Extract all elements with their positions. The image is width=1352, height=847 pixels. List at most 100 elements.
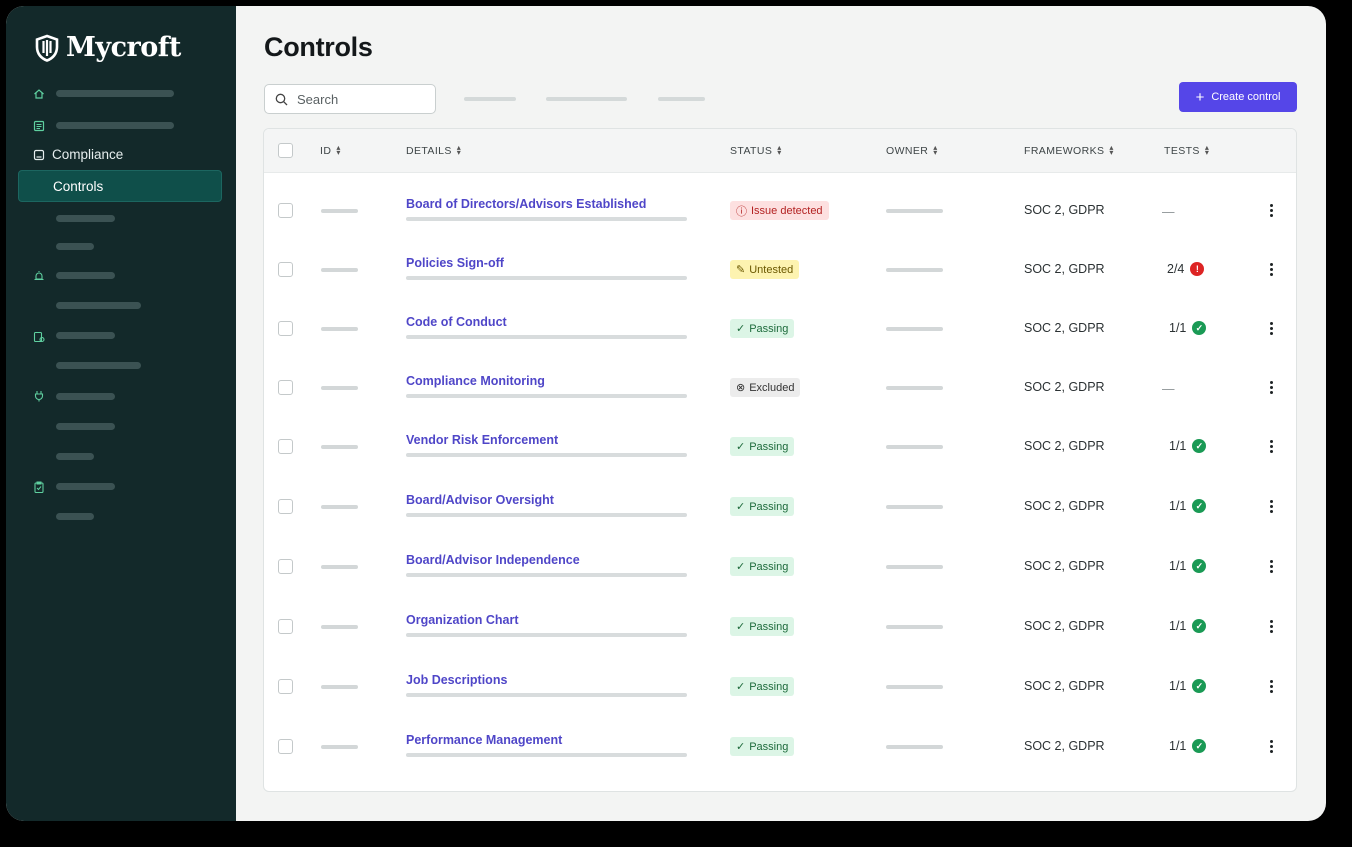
status-badge-label: Passing bbox=[749, 500, 789, 513]
row-checkbox[interactable] bbox=[278, 439, 293, 454]
status-badge-label: Untested bbox=[749, 263, 794, 276]
more-options-icon[interactable] bbox=[1265, 201, 1277, 219]
table-row[interactable]: Job Descriptions ✓ Passing SOC 2, GDPR 1… bbox=[264, 657, 1296, 716]
status-badge-label: Passing bbox=[749, 560, 789, 573]
table-row[interactable]: Board of Directors/Advisors Established … bbox=[264, 181, 1296, 240]
sidebar-item-controls[interactable]: Controls bbox=[18, 170, 222, 202]
row-checkbox[interactable] bbox=[278, 203, 293, 218]
id-placeholder bbox=[321, 386, 358, 390]
frameworks-cell: SOC 2, GDPR bbox=[1024, 203, 1105, 217]
column-header-owner[interactable]: OWNER ▴ ▾ bbox=[886, 144, 938, 157]
row-checkbox[interactable] bbox=[278, 739, 293, 754]
status-passing-icon: ✓ bbox=[736, 681, 746, 693]
sidebar-item-compliance[interactable]: Compliance bbox=[52, 147, 123, 162]
table-row[interactable]: Performance Management ✓ Passing SOC 2, … bbox=[264, 717, 1296, 776]
description-placeholder bbox=[406, 573, 687, 577]
tests-value: 1/1 bbox=[1169, 321, 1187, 335]
frameworks-cell: SOC 2, GDPR bbox=[1024, 559, 1105, 573]
clipboard-check-icon bbox=[33, 481, 45, 493]
more-options-icon[interactable] bbox=[1265, 437, 1277, 455]
status-untested-icon: ✎ bbox=[736, 264, 746, 276]
sidebar-item-placeholder[interactable] bbox=[56, 393, 115, 400]
table-row[interactable]: Board/Advisor Oversight ✓ Passing SOC 2,… bbox=[264, 477, 1296, 536]
check-circle-icon: ✓ bbox=[1192, 559, 1207, 573]
search-input[interactable] bbox=[297, 91, 427, 107]
control-name-link[interactable]: Board/Advisor Independence bbox=[406, 553, 580, 567]
row-checkbox[interactable] bbox=[278, 499, 293, 514]
sort-icon: ▴ ▾ bbox=[456, 143, 462, 157]
sidebar-subitem-placeholder[interactable] bbox=[56, 362, 141, 369]
table-row[interactable]: Code of Conduct ✓ Passing SOC 2, GDPR 1/… bbox=[264, 299, 1296, 358]
filter-tab-placeholder[interactable] bbox=[546, 97, 627, 101]
control-name-link[interactable]: Code of Conduct bbox=[406, 315, 507, 329]
status-issue-icon: ⓘ bbox=[736, 205, 747, 218]
description-placeholder bbox=[406, 217, 687, 221]
sidebar-item-placeholder[interactable] bbox=[56, 332, 115, 339]
tests-cell: 1/1 ✓ bbox=[1169, 679, 1207, 693]
sidebar-item-placeholder[interactable] bbox=[56, 272, 115, 279]
control-name-link[interactable]: Job Descriptions bbox=[406, 673, 507, 687]
control-name-link[interactable]: Performance Management bbox=[406, 733, 562, 747]
status-badge: ✎ Untested bbox=[730, 260, 800, 279]
control-name-link[interactable]: Vendor Risk Enforcement bbox=[406, 433, 558, 447]
sidebar-subitem-placeholder[interactable] bbox=[56, 215, 115, 222]
column-header-status[interactable]: STATUS ▴ ▾ bbox=[730, 144, 782, 157]
row-checkbox[interactable] bbox=[278, 619, 293, 634]
table-row[interactable]: Board/Advisor Independence ✓ Passing SOC… bbox=[264, 537, 1296, 596]
logo[interactable]: Mycroft bbox=[34, 32, 181, 63]
sidebar-subitem-placeholder[interactable] bbox=[56, 302, 141, 309]
sidebar-item-placeholder[interactable] bbox=[56, 90, 174, 97]
column-header-details[interactable]: DETAILS ▴ ▾ bbox=[406, 143, 462, 157]
more-options-icon[interactable] bbox=[1265, 677, 1277, 695]
search-box[interactable] bbox=[264, 84, 436, 114]
check-circle-icon: ✓ bbox=[1192, 499, 1207, 513]
sidebar-item-placeholder[interactable] bbox=[56, 483, 115, 490]
control-name-link[interactable]: Organization Chart bbox=[406, 613, 519, 627]
table-row[interactable]: Vendor Risk Enforcement ✓ Passing SOC 2,… bbox=[264, 417, 1296, 476]
more-options-icon[interactable] bbox=[1265, 260, 1277, 278]
status-badge-label: Excluded bbox=[749, 381, 795, 394]
sidebar-subitem-placeholder[interactable] bbox=[56, 243, 94, 250]
control-name-link[interactable]: Board of Directors/Advisors Established bbox=[406, 197, 646, 211]
column-header-frameworks[interactable]: FRAMEWORKS ▴ ▾ bbox=[1024, 144, 1114, 157]
row-checkbox[interactable] bbox=[278, 321, 293, 336]
more-options-icon[interactable] bbox=[1265, 737, 1277, 755]
sort-icon: ▴ ▾ bbox=[336, 143, 341, 157]
sidebar-subitem-placeholder[interactable] bbox=[56, 513, 94, 520]
status-badge: ✓ Passing bbox=[730, 319, 795, 338]
status-excluded-icon: ⊗ bbox=[736, 382, 746, 394]
id-placeholder bbox=[321, 565, 358, 569]
frameworks-cell: SOC 2, GDPR bbox=[1024, 380, 1105, 394]
alarm-icon bbox=[33, 270, 45, 282]
row-checkbox[interactable] bbox=[278, 262, 293, 277]
table-row[interactable]: Policies Sign-off ✎ Untested SOC 2, GDPR… bbox=[264, 240, 1296, 299]
select-all-checkbox[interactable] bbox=[278, 143, 293, 158]
create-control-button[interactable]: + Create control bbox=[1179, 82, 1297, 112]
row-checkbox[interactable] bbox=[278, 679, 293, 694]
row-checkbox[interactable] bbox=[278, 380, 293, 395]
control-name-link[interactable]: Compliance Monitoring bbox=[406, 374, 545, 388]
control-name-link[interactable]: Board/Advisor Oversight bbox=[406, 493, 554, 507]
more-options-icon[interactable] bbox=[1265, 497, 1277, 515]
sidebar-subitem-placeholder[interactable] bbox=[56, 453, 94, 460]
description-placeholder bbox=[406, 633, 687, 637]
table-row[interactable]: Compliance Monitoring ⊗ Excluded SOC 2, … bbox=[264, 358, 1296, 417]
control-name-link[interactable]: Policies Sign-off bbox=[406, 256, 504, 270]
more-options-icon[interactable] bbox=[1265, 617, 1277, 635]
owner-placeholder bbox=[886, 625, 943, 629]
sidebar-item-placeholder[interactable] bbox=[56, 122, 174, 129]
more-options-icon[interactable] bbox=[1265, 378, 1277, 396]
row-checkbox[interactable] bbox=[278, 559, 293, 574]
more-options-icon[interactable] bbox=[1265, 319, 1277, 337]
column-header-tests[interactable]: TESTS ▴ ▾ bbox=[1164, 144, 1209, 157]
sidebar-subitem-placeholder[interactable] bbox=[56, 423, 115, 430]
filter-tab-placeholder[interactable] bbox=[464, 97, 516, 101]
more-options-icon[interactable] bbox=[1265, 557, 1277, 575]
tests-value: 1/1 bbox=[1169, 679, 1187, 693]
column-header-id[interactable]: ID ▴ ▾ bbox=[320, 143, 341, 157]
table-row[interactable]: Organization Chart ✓ Passing SOC 2, GDPR… bbox=[264, 597, 1296, 656]
column-header-id-label: ID bbox=[320, 145, 332, 157]
filter-tab-placeholder[interactable] bbox=[658, 97, 705, 101]
column-header-frameworks-label: FRAMEWORKS bbox=[1024, 145, 1105, 157]
id-placeholder bbox=[321, 327, 358, 331]
